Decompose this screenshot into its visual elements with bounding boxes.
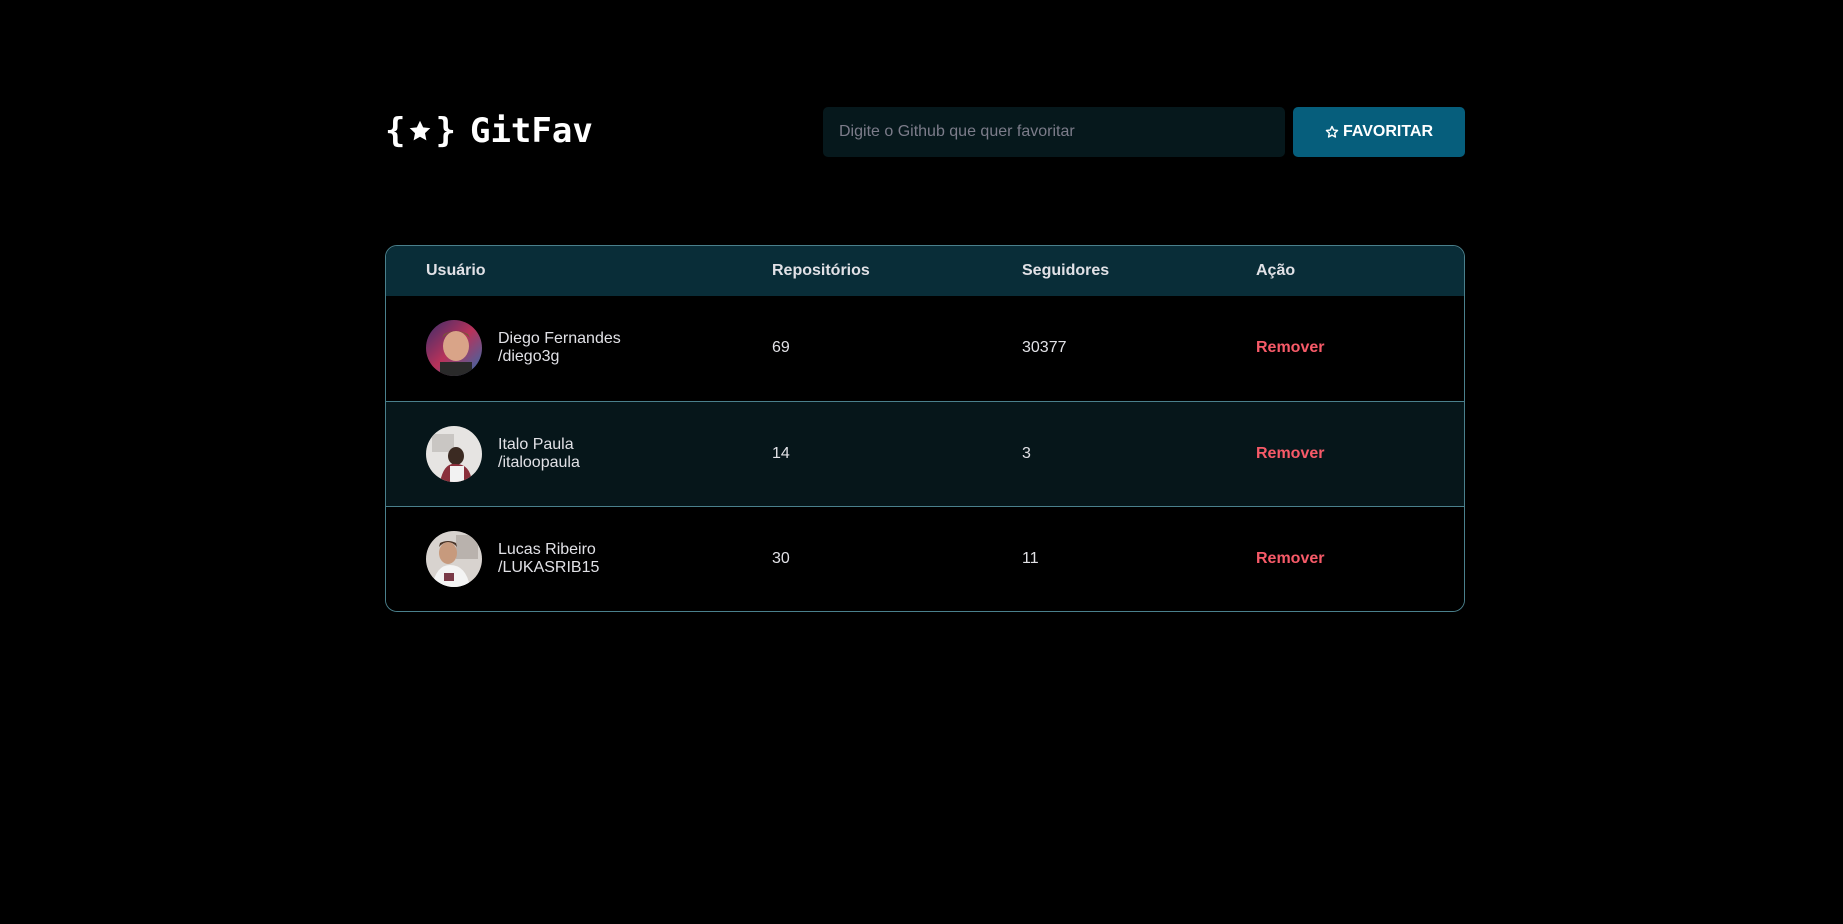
- user-cell: Diego Fernandes /diego3g: [426, 320, 772, 377]
- remove-button[interactable]: Remover: [1256, 550, 1324, 568]
- column-header-repositories: Repositórios: [772, 262, 870, 279]
- user-cell: Lucas Ribeiro /LUKASRIB15: [426, 530, 772, 587]
- user-name: Diego Fernandes: [498, 330, 621, 348]
- table-row: Diego Fernandes /diego3g 69 30377 Remove…: [386, 296, 1464, 401]
- favorites-table: Usuário Repositórios Seguidores Ação Die…: [386, 246, 1464, 611]
- column-header-action: Ação: [1256, 262, 1296, 279]
- star-icon: [1325, 125, 1339, 138]
- favorites-table-container: Usuário Repositórios Seguidores Ação Die…: [385, 245, 1465, 612]
- remove-button[interactable]: Remover: [1256, 339, 1324, 357]
- repositories-count: 69: [772, 339, 790, 357]
- remove-button[interactable]: Remover: [1256, 445, 1324, 463]
- repositories-count: 30: [772, 505, 1022, 611]
- user-name: Lucas Ribeiro: [498, 540, 596, 558]
- table-row: Italo Paula /italoopaula 14 3 Remover: [386, 400, 1464, 506]
- user-login: /diego3g: [498, 348, 560, 366]
- logo-star-braces-icon: {}: [385, 111, 456, 151]
- search-input[interactable]: [823, 107, 1285, 157]
- user-login: /LUKASRIB15: [498, 558, 600, 576]
- user-login: /italoopaula: [498, 453, 580, 471]
- user-name: Italo Paula: [498, 435, 574, 453]
- search-bar: FAVORITAR: [823, 107, 1465, 157]
- avatar[interactable]: [426, 530, 482, 587]
- table-row: Lucas Ribeiro /LUKASRIB15 30 11 Remover: [386, 505, 1464, 611]
- column-header-followers: Seguidores: [1022, 262, 1110, 279]
- user-cell: Italo Paula /italoopaula: [426, 425, 772, 482]
- column-header-user: Usuário: [426, 262, 486, 279]
- logo-text: GitFav: [469, 111, 593, 151]
- favorite-button-label: FAVORITAR: [1342, 123, 1434, 140]
- followers-count: 30377: [1022, 339, 1067, 357]
- avatar[interactable]: [426, 320, 482, 377]
- header: {} GitFav FAVORITAR: [385, 107, 1465, 157]
- repositories-count: 14: [772, 400, 1022, 506]
- followers-count: 11: [1022, 505, 1256, 611]
- followers-count: 3: [1022, 400, 1256, 506]
- avatar[interactable]: [426, 425, 482, 482]
- logo: {} GitFav: [385, 109, 593, 153]
- favorite-button[interactable]: FAVORITAR: [1293, 107, 1465, 157]
- table-header-row: Usuário Repositórios Seguidores Ação: [386, 246, 1464, 296]
